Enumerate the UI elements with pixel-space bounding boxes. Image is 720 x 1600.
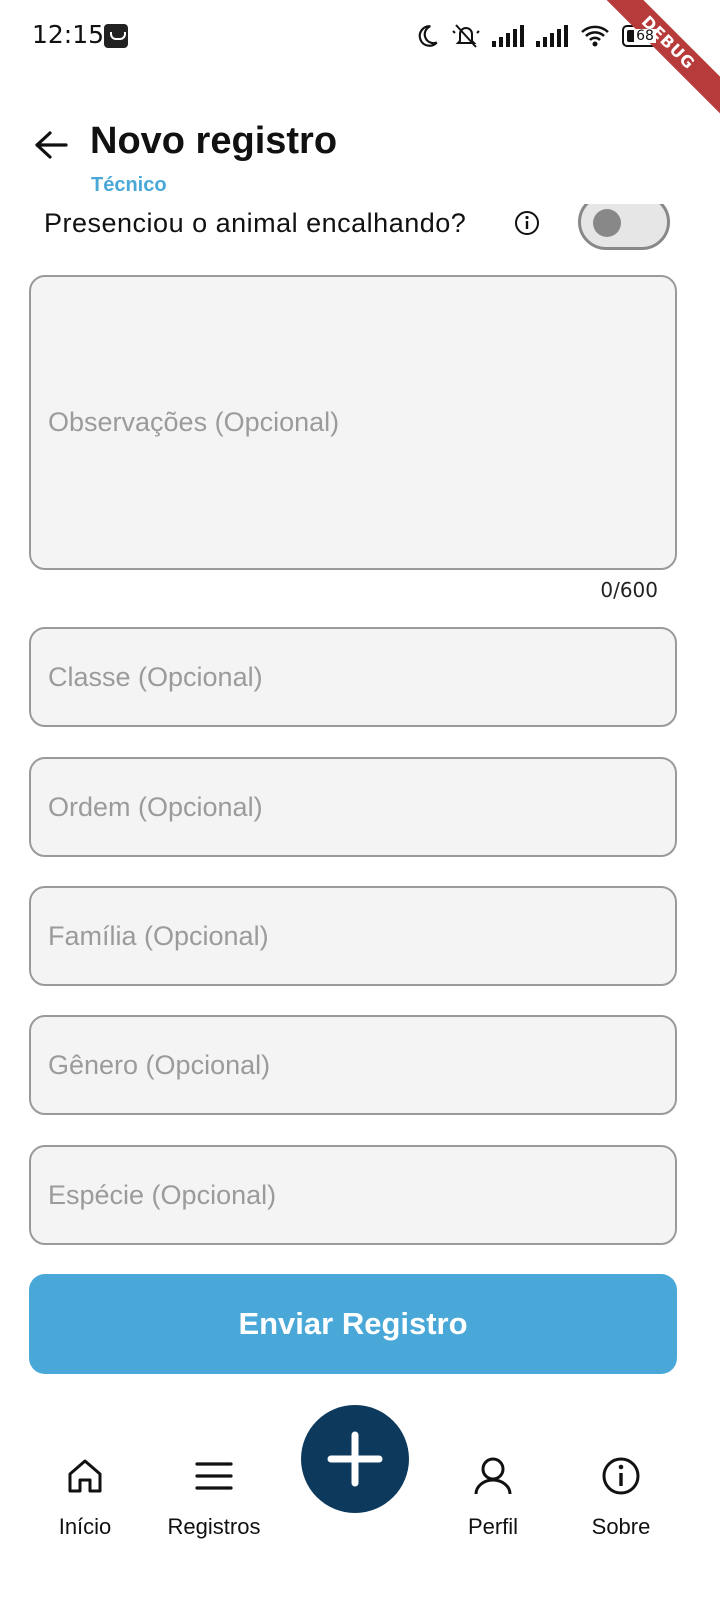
ordem-input[interactable]	[31, 759, 675, 855]
stranding-witness-label: Presenciou o animal encalhando?	[44, 208, 467, 238]
shopping-bag-icon	[104, 24, 128, 48]
info-icon	[599, 1454, 643, 1498]
submit-record-button[interactable]: Enviar Registro	[29, 1274, 677, 1374]
wifi-icon	[581, 25, 609, 47]
nav-item-registros[interactable]: Registros	[154, 1454, 274, 1540]
nav-item-inicio[interactable]: Início	[25, 1454, 145, 1540]
classe-input[interactable]	[31, 629, 675, 725]
especie-field[interactable]	[29, 1145, 677, 1245]
toggle-knob	[593, 209, 621, 237]
arrow-left-icon	[35, 131, 68, 159]
genero-input[interactable]	[31, 1017, 675, 1113]
genero-field[interactable]	[29, 1015, 677, 1115]
moon-icon	[418, 25, 438, 47]
familia-input[interactable]	[31, 888, 675, 984]
nav-label-inicio: Início	[58, 1514, 112, 1539]
observacoes-field[interactable]	[29, 275, 677, 570]
page-subtitle: Técnico	[91, 174, 167, 196]
nav-label-registros: Registros	[167, 1514, 261, 1539]
observacoes-counter: 0/600	[600, 578, 658, 602]
info-icon[interactable]	[514, 210, 540, 236]
menu-icon	[192, 1454, 236, 1498]
stranding-witness-row: Presenciou o animal encalhando?	[0, 204, 720, 258]
status-icons: 68	[414, 20, 666, 52]
signal-icon	[492, 25, 524, 47]
plus-icon	[327, 1431, 383, 1487]
person-icon	[471, 1454, 515, 1498]
nav-label-sobre: Sobre	[591, 1514, 651, 1539]
status-time: 12:15	[32, 20, 105, 49]
back-button[interactable]	[30, 124, 72, 166]
add-record-fab[interactable]	[301, 1405, 409, 1513]
nav-label-perfil: Perfil	[467, 1514, 519, 1539]
battery-level: 68	[634, 28, 656, 44]
debug-banner: DEBUG	[588, 0, 720, 123]
status-bar: 12:15 68 DEBUG	[0, 0, 720, 123]
familia-field[interactable]	[29, 886, 677, 986]
muted-bell-icon	[452, 24, 480, 48]
home-icon	[63, 1454, 107, 1498]
nav-item-sobre[interactable]: Sobre	[561, 1454, 681, 1540]
observacoes-input[interactable]	[31, 277, 675, 568]
nav-item-perfil[interactable]: Perfil	[433, 1454, 553, 1540]
ordem-field[interactable]	[29, 757, 677, 857]
page-title: Novo registro	[90, 120, 338, 162]
signal-icon-2	[536, 25, 568, 47]
classe-field[interactable]	[29, 627, 677, 727]
stranding-witness-toggle[interactable]	[578, 204, 670, 250]
especie-input[interactable]	[31, 1147, 675, 1243]
